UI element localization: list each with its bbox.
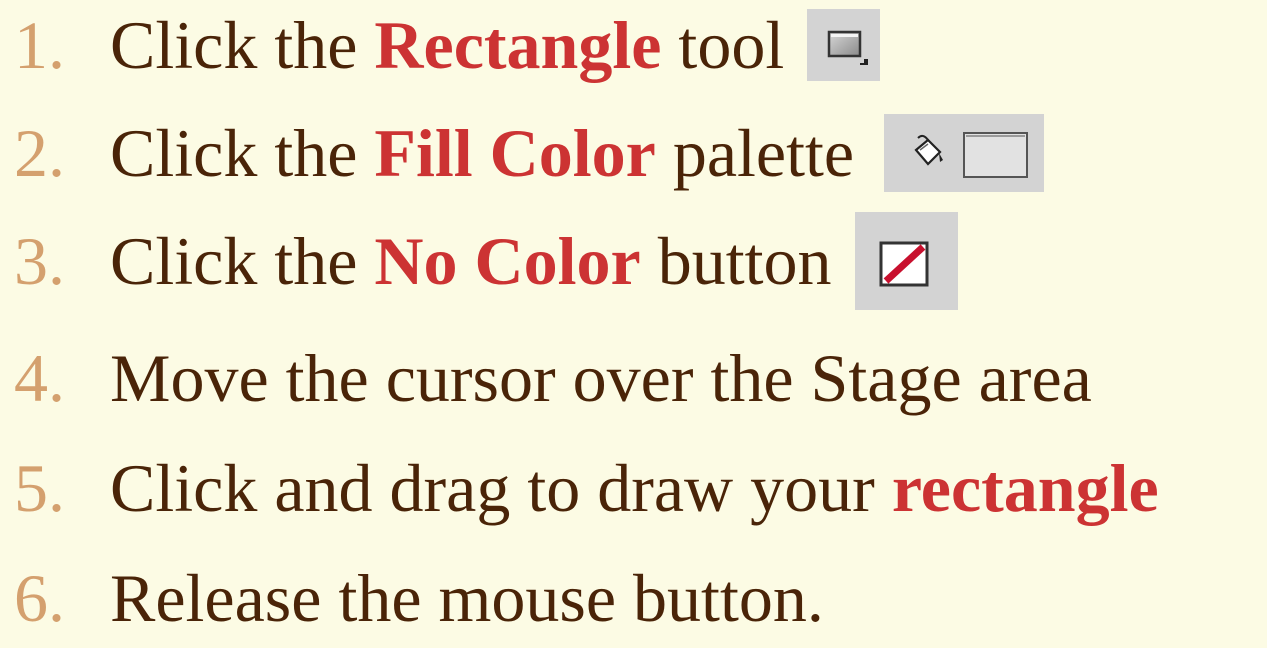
step-text: Move the cursor over the Stage area: [110, 340, 1092, 416]
step-highlight: No Color: [374, 223, 641, 299]
step-suffix: tool: [661, 7, 785, 83]
rectangle-tool-icon: [807, 9, 881, 81]
step-text: Release the mouse button.: [110, 560, 824, 636]
step-highlight: rectangle: [891, 450, 1159, 526]
step-number: 6.: [14, 560, 65, 636]
step-number: 2.: [14, 115, 65, 191]
step-text: Click and drag to draw your rectangle: [110, 454, 1159, 522]
instruction-list: 1. Click the Rectangle tool 2. Click the…: [0, 0, 1267, 632]
step-prefix: Click and drag to draw your: [110, 450, 892, 526]
step-prefix: Click the: [110, 115, 375, 191]
step-text: Click the Rectangle tool: [110, 7, 881, 83]
step-number: 4.: [14, 340, 65, 416]
step-suffix: button: [640, 223, 832, 299]
step-prefix: Click the: [110, 7, 375, 83]
step-highlight: Fill Color: [374, 115, 656, 191]
step-number: 5.: [14, 450, 65, 526]
fill-color-icon: [884, 114, 1045, 192]
step-number: 3.: [14, 223, 65, 299]
step-text: Click the No Color button: [110, 212, 958, 310]
step-text: Click the Fill Color palette: [110, 114, 1045, 192]
step-prefix: Click the: [110, 223, 375, 299]
step-number: 1.: [14, 7, 65, 83]
step-suffix: palette: [655, 115, 855, 191]
no-color-icon: [854, 212, 958, 310]
step-highlight: Rectangle: [374, 7, 662, 83]
